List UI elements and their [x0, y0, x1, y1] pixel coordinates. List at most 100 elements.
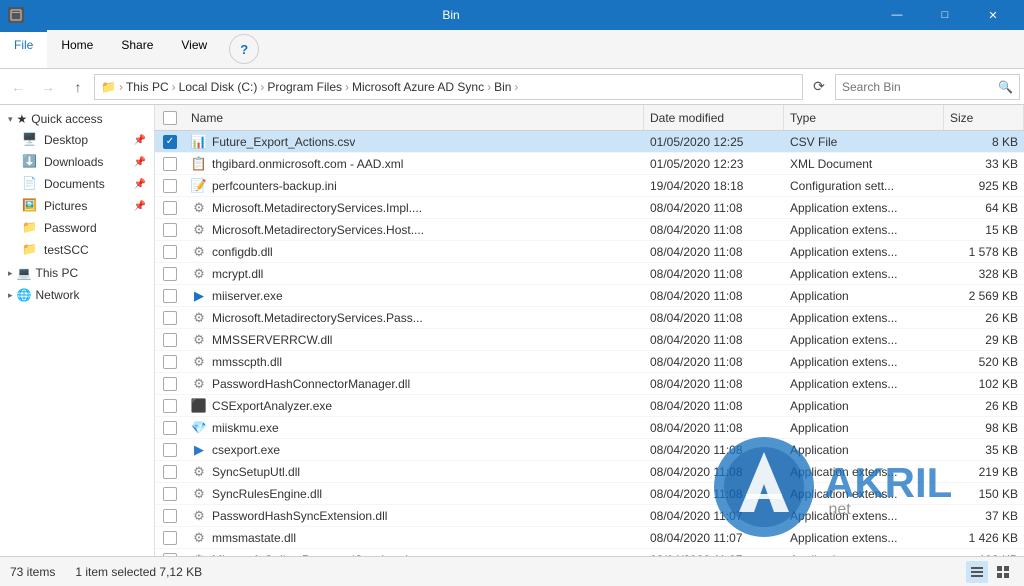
help-button[interactable]: ? — [229, 34, 259, 64]
row-checkbox[interactable] — [163, 245, 177, 259]
file-name: csexport.exe — [212, 443, 280, 457]
search-box: 🔍 — [835, 74, 1020, 100]
file-type: Application extens... — [784, 223, 944, 237]
quick-access-label: Quick access — [31, 112, 102, 126]
address-path[interactable]: 📁 › This PC › Local Disk (C:) › Program … — [94, 74, 803, 100]
file-name: miiserver.exe — [212, 289, 283, 303]
file-size: 219 KB — [944, 465, 1024, 479]
row-checkbox[interactable] — [163, 311, 177, 325]
row-checkbox[interactable]: ✓ — [163, 135, 177, 149]
header-type[interactable]: Type — [784, 105, 944, 130]
sidebar-item-desktop[interactable]: 🖥️ Desktop 📌 — [0, 129, 154, 151]
row-checkbox-cell — [155, 245, 185, 259]
tab-file[interactable]: File — [0, 30, 47, 68]
table-row[interactable]: ▶ csexport.exe 08/04/2020 11:08 Applicat… — [155, 439, 1024, 461]
details-view-button[interactable] — [966, 561, 988, 583]
table-row[interactable]: ⚙ mmsscpth.dll 08/04/2020 11:08 Applicat… — [155, 351, 1024, 373]
back-button[interactable]: ← — [4, 73, 32, 101]
file-name: SyncSetupUtl.dll — [212, 465, 300, 479]
row-checkbox[interactable] — [163, 157, 177, 171]
this-pc-icon: 💻 — [17, 266, 32, 280]
forward-button[interactable]: → — [34, 73, 62, 101]
minimize-button[interactable]: — — [874, 0, 920, 30]
table-row[interactable]: ⚙ PasswordHashSyncExtension.dll 08/04/20… — [155, 505, 1024, 527]
file-size: 925 KB — [944, 179, 1024, 193]
maximize-button[interactable]: □ — [922, 0, 968, 30]
sidebar-item-documents[interactable]: 📄 Documents 📌 — [0, 173, 154, 195]
sidebar-item-testscc[interactable]: 📁 testSCC — [0, 239, 154, 261]
up-button[interactable]: ↑ — [64, 73, 92, 101]
search-icon[interactable]: 🔍 — [998, 80, 1013, 94]
quick-access-chevron: ▾ — [8, 114, 13, 125]
row-checkbox[interactable] — [163, 333, 177, 347]
row-checkbox[interactable] — [163, 267, 177, 281]
file-type: XML Document — [784, 157, 944, 171]
network-icon: 🌐 — [17, 288, 32, 302]
file-date: 01/05/2020 12:25 — [644, 135, 784, 149]
table-row[interactable]: ✓ 📊 Future_Export_Actions.csv 01/05/2020… — [155, 131, 1024, 153]
table-row[interactable]: ⬛ CSExportAnalyzer.exe 08/04/2020 11:08 … — [155, 395, 1024, 417]
row-checkbox-cell: ✓ — [155, 135, 185, 149]
file-date: 08/04/2020 11:08 — [644, 223, 784, 237]
row-checkbox[interactable] — [163, 553, 177, 557]
row-checkbox[interactable] — [163, 377, 177, 391]
header-size[interactable]: Size — [944, 105, 1024, 130]
tab-view[interactable]: View — [167, 30, 221, 68]
file-date: 08/04/2020 11:08 — [644, 267, 784, 281]
table-row[interactable]: ⚙ Microsoft.MetadirectoryServices.Pass..… — [155, 307, 1024, 329]
file-type: Application — [784, 421, 944, 435]
large-view-button[interactable] — [992, 561, 1014, 583]
file-list-scroll[interactable]: ✓ 📊 Future_Export_Actions.csv 01/05/2020… — [155, 131, 1024, 556]
file-name-cell: 💎 miiskmu.exe — [185, 420, 644, 436]
network-header[interactable]: ▸ 🌐 Network — [0, 285, 154, 305]
row-checkbox[interactable] — [163, 201, 177, 215]
table-row[interactable]: ⚙ Microsoft.Online.PasswordSynchroniz...… — [155, 549, 1024, 556]
table-row[interactable]: ⚙ mmsmastate.dll 08/04/2020 11:07 Applic… — [155, 527, 1024, 549]
file-icon: ⚙ — [191, 222, 207, 238]
close-button[interactable]: ✕ — [970, 0, 1016, 30]
row-checkbox[interactable] — [163, 223, 177, 237]
file-date: 08/04/2020 11:08 — [644, 311, 784, 325]
table-row[interactable]: ▶ miiserver.exe 08/04/2020 11:08 Applica… — [155, 285, 1024, 307]
downloads-label: Downloads — [44, 155, 103, 169]
row-checkbox[interactable] — [163, 443, 177, 457]
sidebar-item-pictures[interactable]: 🖼️ Pictures 📌 — [0, 195, 154, 217]
header-date[interactable]: Date modified — [644, 105, 784, 130]
header-checkbox-cell — [155, 111, 185, 125]
quick-access-header[interactable]: ▾ ★ Quick access — [0, 109, 154, 129]
row-checkbox[interactable] — [163, 487, 177, 501]
row-checkbox[interactable] — [163, 289, 177, 303]
tab-share[interactable]: Share — [107, 30, 167, 68]
table-row[interactable]: ⚙ PasswordHashConnectorManager.dll 08/04… — [155, 373, 1024, 395]
sidebar-item-downloads[interactable]: ⬇️ Downloads 📌 — [0, 151, 154, 173]
row-checkbox[interactable] — [163, 509, 177, 523]
table-row[interactable]: 📋 thgibard.onmicrosoft.com - AAD.xml 01/… — [155, 153, 1024, 175]
this-pc-header[interactable]: ▸ 💻 This PC — [0, 263, 154, 283]
header-name[interactable]: Name — [185, 105, 644, 130]
table-row[interactable]: ⚙ mcrypt.dll 08/04/2020 11:08 Applicatio… — [155, 263, 1024, 285]
table-row[interactable]: ⚙ MMSSERVERRCW.dll 08/04/2020 11:08 Appl… — [155, 329, 1024, 351]
table-row[interactable]: ⚙ SyncSetupUtl.dll 08/04/2020 11:08 Appl… — [155, 461, 1024, 483]
row-checkbox[interactable] — [163, 355, 177, 369]
row-checkbox[interactable] — [163, 179, 177, 193]
tab-home[interactable]: Home — [47, 30, 107, 68]
row-checkbox[interactable] — [163, 399, 177, 413]
table-row[interactable]: ⚙ SyncRulesEngine.dll 08/04/2020 11:08 A… — [155, 483, 1024, 505]
table-row[interactable]: 💎 miiskmu.exe 08/04/2020 11:08 Applicati… — [155, 417, 1024, 439]
table-row[interactable]: ⚙ configdb.dll 08/04/2020 11:08 Applicat… — [155, 241, 1024, 263]
desktop-icon: 🖥️ — [22, 132, 38, 148]
refresh-button[interactable]: ⟳ — [805, 73, 833, 101]
window-title: Bin — [28, 8, 874, 22]
search-input[interactable] — [842, 80, 998, 94]
row-checkbox[interactable] — [163, 465, 177, 479]
sidebar-item-password[interactable]: 📁 Password — [0, 217, 154, 239]
row-checkbox[interactable] — [163, 421, 177, 435]
header-checkbox[interactable] — [163, 111, 177, 125]
file-name-cell: 📋 thgibard.onmicrosoft.com - AAD.xml — [185, 156, 644, 172]
table-row[interactable]: ⚙ Microsoft.MetadirectoryServices.Impl..… — [155, 197, 1024, 219]
pin-icon-pictures: 📌 — [134, 201, 146, 212]
table-row[interactable]: 📝 perfcounters-backup.ini 19/04/2020 18:… — [155, 175, 1024, 197]
row-checkbox[interactable] — [163, 531, 177, 545]
table-row[interactable]: ⚙ Microsoft.MetadirectoryServices.Host..… — [155, 219, 1024, 241]
file-name: CSExportAnalyzer.exe — [212, 399, 332, 413]
